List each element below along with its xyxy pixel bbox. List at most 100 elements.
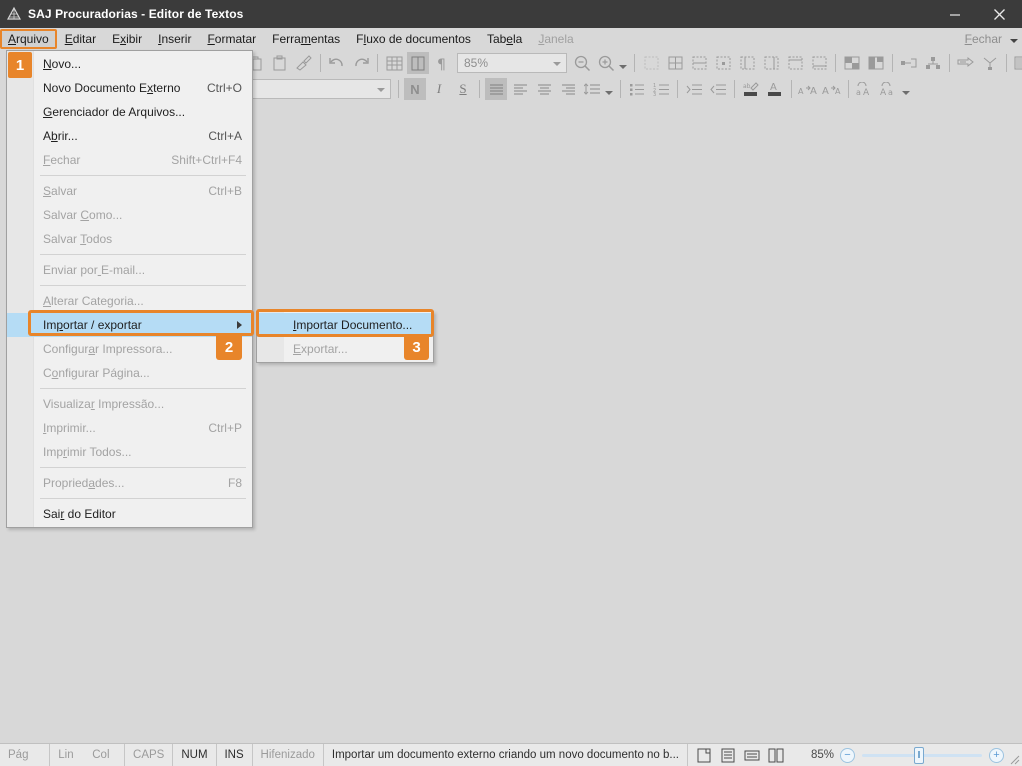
menu-item-novo-documento-externo[interactable]: Novo Documento Externo Ctrl+O — [7, 76, 252, 100]
status-bar: Pág Lin Col CAPS NUM INS Hifenizado Impo… — [0, 743, 1022, 766]
zoom-in-icon[interactable] — [595, 52, 617, 74]
menubar-close-label[interactable]: Fechar — [965, 32, 1002, 46]
decrease-indent-icon[interactable] — [707, 78, 729, 100]
decrease-font-icon[interactable]: AA — [821, 78, 843, 100]
zoom-combo[interactable]: 85% — [457, 53, 567, 73]
align-justify-icon[interactable] — [485, 78, 507, 100]
view-mode-buttons — [687, 744, 792, 766]
menu-editar[interactable]: Editar — [57, 29, 104, 49]
insert-field-icon[interactable] — [898, 52, 920, 74]
menu-arquivo[interactable]: Arquivo — [0, 29, 57, 49]
menu-item-sair-do-editor[interactable]: Sair do Editor — [7, 502, 252, 526]
merge-cells-icon[interactable] — [841, 52, 863, 74]
view-web-layout-icon[interactable] — [742, 746, 762, 764]
flow-right-icon[interactable] — [955, 52, 977, 74]
table-row-bottom-icon[interactable] — [808, 52, 830, 74]
status-caps-label: CAPS — [133, 749, 165, 761]
align-left-icon[interactable] — [509, 78, 531, 100]
strikethrough-icon[interactable]: S — [452, 78, 474, 100]
menu-ferramentas[interactable]: Ferramentas — [264, 29, 348, 49]
table-split-icon[interactable] — [688, 52, 710, 74]
highlight-color-icon[interactable]: ab — [740, 78, 762, 100]
resize-grip[interactable] — [1008, 744, 1022, 766]
increase-font-icon[interactable]: AA — [797, 78, 819, 100]
flow-merge-icon[interactable] — [979, 52, 1001, 74]
zoom-out-button[interactable]: − — [840, 747, 855, 763]
align-right-icon[interactable] — [557, 78, 579, 100]
chevron-down-icon[interactable] — [1010, 39, 1018, 43]
menu-janela-label: Janela — [538, 32, 574, 46]
svg-text:3: 3 — [653, 92, 656, 96]
pilcrow-icon[interactable]: ¶ — [431, 52, 453, 74]
redo-icon[interactable] — [350, 52, 372, 74]
menu-exibir-label: Exibir — [112, 32, 143, 46]
menu-separator — [40, 388, 246, 389]
svg-text:A: A — [770, 82, 777, 93]
menu-formatar[interactable]: Formatar — [199, 29, 264, 49]
menu-separator — [40, 498, 246, 499]
italic-icon[interactable]: I — [428, 78, 450, 100]
paste-icon[interactable] — [269, 52, 291, 74]
change-case-upper-icon[interactable]: aA — [854, 78, 876, 100]
font-family-combo[interactable] — [251, 79, 391, 99]
table-row-top-icon[interactable] — [784, 52, 806, 74]
chevron-down-icon[interactable] — [377, 88, 385, 92]
menu-inserir[interactable]: Inserir — [150, 29, 199, 49]
menu-item-accel: Ctrl+P — [208, 421, 242, 435]
chevron-down-icon[interactable] — [605, 91, 613, 95]
increase-indent-icon[interactable] — [683, 78, 705, 100]
menu-item-label: Salvar Todos — [43, 232, 113, 246]
menu-item-label: Importar Documento... — [293, 318, 413, 332]
bulleted-list-icon[interactable] — [626, 78, 648, 100]
menu-arquivo-label: Arquivo — [8, 32, 49, 46]
zoom-in-button[interactable]: + — [989, 747, 1004, 763]
menu-fluxo-de-documentos[interactable]: Fluxo de documentos — [348, 29, 479, 49]
table-grid-icon[interactable] — [664, 52, 686, 74]
zoom-slider-track[interactable] — [862, 746, 982, 764]
table-row-right-icon[interactable] — [760, 52, 782, 74]
chevron-down-icon[interactable] — [902, 91, 910, 95]
table-shade-icon[interactable] — [1012, 52, 1022, 74]
line-spacing-icon[interactable] — [581, 78, 603, 100]
menu-item-label: Enviar por E-mail... — [43, 263, 146, 277]
page-view-icon[interactable] — [407, 52, 429, 74]
table-cell-icon[interactable] — [712, 52, 734, 74]
undo-icon[interactable] — [326, 52, 348, 74]
minimize-button[interactable] — [932, 0, 977, 28]
menu-item-abrir[interactable]: Abrir... Ctrl+A — [7, 124, 252, 148]
status-message-text: Importar um documento externo criando um… — [331, 749, 679, 761]
menu-item-gerenciador-de-arquivos[interactable]: Gerenciador de Arquivos... — [7, 100, 252, 124]
font-color-icon[interactable]: A — [764, 78, 786, 100]
view-two-page-icon[interactable] — [766, 746, 786, 764]
view-print-layout-icon[interactable] — [718, 746, 738, 764]
close-button[interactable] — [977, 0, 1022, 28]
menu-item-salvar-todos: Salvar Todos — [7, 227, 252, 251]
zoom-slider-thumb[interactable] — [914, 746, 924, 764]
table-insert-icon[interactable] — [640, 52, 662, 74]
chevron-down-icon[interactable] — [553, 62, 561, 66]
split-cells-icon[interactable] — [865, 52, 887, 74]
menu-separator — [40, 467, 246, 468]
view-single-page-icon[interactable] — [694, 746, 714, 764]
insert-node-icon[interactable] — [922, 52, 944, 74]
menu-exibir[interactable]: Exibir — [104, 29, 150, 49]
bold-icon[interactable]: N — [404, 78, 426, 100]
align-center-icon[interactable] — [533, 78, 555, 100]
zoom-out-icon[interactable] — [571, 52, 593, 74]
menu-tabela[interactable]: Tabela — [479, 29, 530, 49]
menu-item-salvar: Salvar Ctrl+B — [7, 179, 252, 203]
menu-item-label: Gerenciador de Arquivos... — [43, 105, 186, 119]
change-case-lower-icon[interactable]: Aa — [878, 78, 900, 100]
table-row-left-icon[interactable] — [736, 52, 758, 74]
chevron-right-icon — [237, 321, 242, 329]
svg-text:ab: ab — [743, 83, 751, 90]
format-painter-icon[interactable] — [293, 52, 315, 74]
numbered-list-icon[interactable]: 123 — [650, 78, 672, 100]
table-icon[interactable] — [383, 52, 405, 74]
menu-item-label: Imprimir Todos... — [43, 445, 132, 459]
chevron-down-icon[interactable] — [619, 65, 627, 69]
toolbar-separator — [848, 80, 849, 98]
menu-item-novo[interactable]: Novo... — [7, 52, 252, 76]
status-pag-label: Pág — [8, 749, 29, 761]
svg-text:A: A — [822, 86, 829, 96]
